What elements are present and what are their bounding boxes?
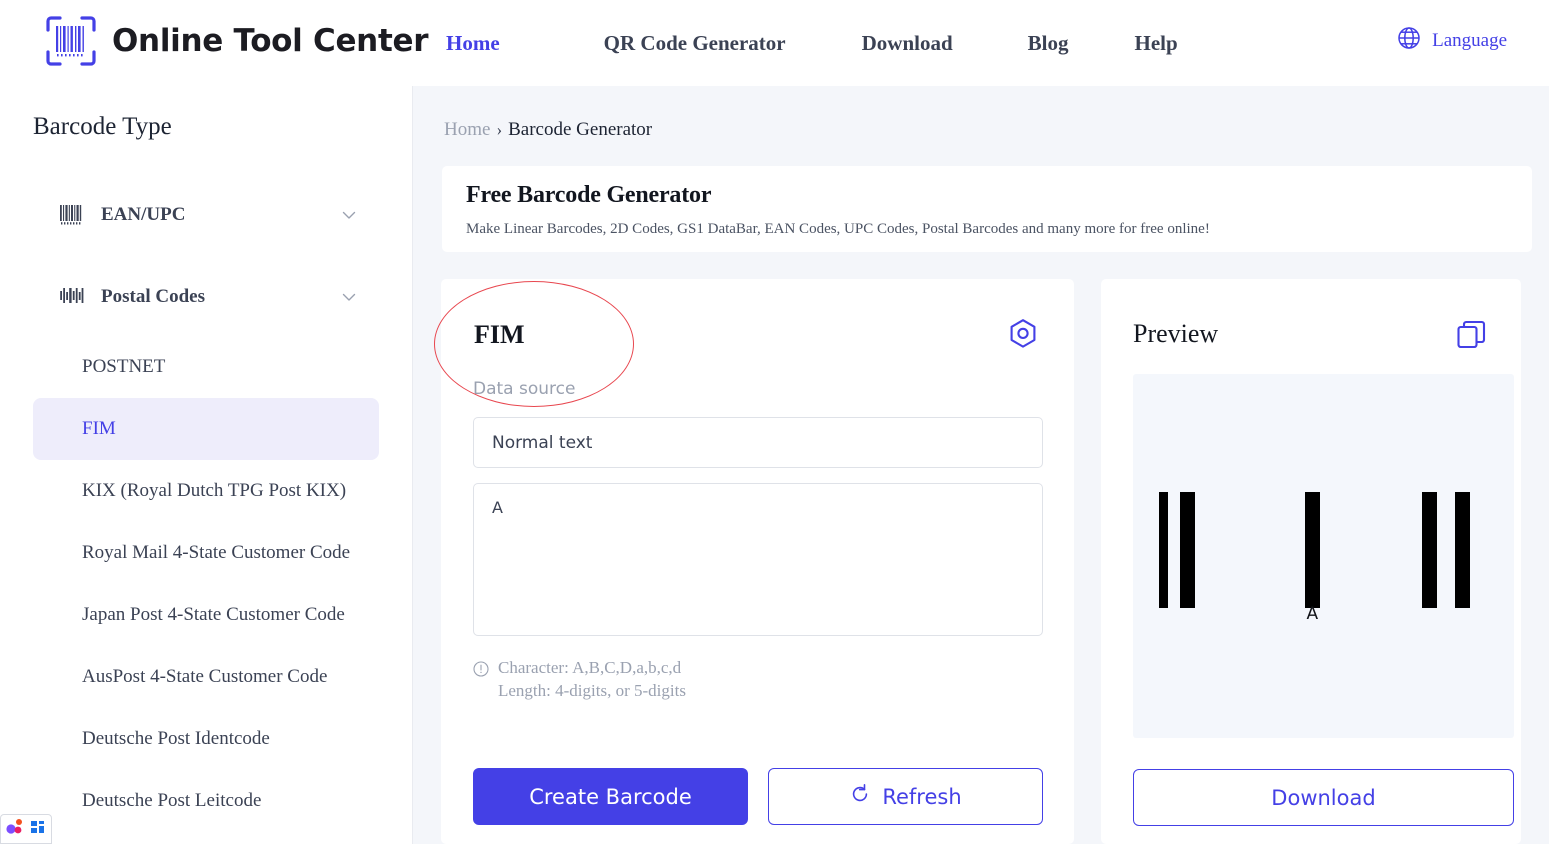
settings-hexagon-icon[interactable] xyxy=(1003,315,1043,355)
sidebar-item-postnet[interactable]: POSTNET xyxy=(33,336,379,398)
barcode-bar xyxy=(1422,492,1437,608)
download-button[interactable]: Download xyxy=(1133,769,1514,826)
barcode-type-list: POSTNET FIM KIX (Royal Dutch TPG Post KI… xyxy=(0,336,412,832)
sidebar-item-label: Deutsche Post Identcode xyxy=(82,728,270,749)
breadcrumb-current: Barcode Generator xyxy=(508,119,653,140)
site-header: Online Tool Center Home QR Code Generato… xyxy=(0,0,1549,86)
nav-item-qr-code-generator[interactable]: QR Code Generator xyxy=(604,25,786,62)
barcode-bar xyxy=(1180,492,1195,608)
hero-card: Free Barcode Generator Make Linear Barco… xyxy=(442,166,1532,252)
input-hints: Character: A,B,C,D,a,b,c,d Length: 4-dig… xyxy=(473,657,686,703)
barcode-bar xyxy=(1305,492,1320,608)
nav-item-help[interactable]: Help xyxy=(1135,25,1178,62)
breadcrumb-separator: › xyxy=(496,120,503,139)
page-subtitle: Make Linear Barcodes, 2D Codes, GS1 Data… xyxy=(466,221,1210,237)
breadcrumb: Home › Barcode Generator xyxy=(444,119,652,141)
breadcrumb-home[interactable]: Home xyxy=(444,119,490,141)
sidebar-item-label: Deutsche Post Leitcode xyxy=(82,790,262,811)
generator-actions: Create Barcode Refresh xyxy=(473,768,1043,825)
refresh-icon xyxy=(849,783,871,810)
generator-panel: FIM Data source Normal text A Character:… xyxy=(441,279,1074,844)
page-root: Online Tool Center Home QR Code Generato… xyxy=(0,0,1549,844)
logo-text: Online Tool Center xyxy=(112,23,429,59)
sidebar-item-royal-mail-4-state[interactable]: Royal Mail 4-State Customer Code xyxy=(33,522,379,584)
barcode-icon xyxy=(59,202,85,228)
extension-grid-icon xyxy=(29,818,47,841)
barcode-preview-stage: A xyxy=(1133,374,1514,738)
data-source-label: Data source xyxy=(473,379,576,399)
sidebar-title: Barcode Type xyxy=(33,113,172,140)
sidebar-item-fim[interactable]: FIM xyxy=(33,398,379,460)
nav-item-download[interactable]: Download xyxy=(862,25,953,62)
refresh-label: Refresh xyxy=(882,784,962,809)
barcode-scan-icon xyxy=(44,14,98,68)
copy-icon[interactable] xyxy=(1451,315,1491,355)
sidebar-category-label: EAN/UPC xyxy=(101,204,186,225)
sidebar-item-japan-post-4-state[interactable]: Japan Post 4-State Customer Code xyxy=(33,584,379,646)
sidebar-item-auspost-4-state[interactable]: AusPost 4-State Customer Code xyxy=(33,646,379,708)
sidebar-item-deutsche-post-leitcode[interactable]: Deutsche Post Leitcode xyxy=(33,770,379,832)
sidebar-item-label: KIX (Royal Dutch TPG Post KIX) xyxy=(82,480,347,501)
barcode-bar xyxy=(1159,492,1168,608)
barcode-category-list: EAN/UPC Postal Codes xyxy=(0,174,412,338)
sidebar-item-label: Japan Post 4-State Customer Code xyxy=(82,604,345,625)
sidebar-category-postal-codes[interactable]: Postal Codes xyxy=(0,256,412,338)
browser-extension-widget[interactable] xyxy=(0,814,52,844)
nav-item-blog[interactable]: Blog xyxy=(1028,25,1069,62)
sidebar-item-label: POSTNET xyxy=(82,356,166,377)
globe-icon xyxy=(1396,25,1422,56)
main-nav: Home QR Code Generator Download Blog Hel… xyxy=(446,0,1178,86)
create-barcode-button[interactable]: Create Barcode xyxy=(473,768,748,825)
sidebar: Barcode Type EAN/UPC Postal Codes POSTNE… xyxy=(0,86,413,844)
postal-barcode-icon xyxy=(59,284,85,310)
nav-item-home[interactable]: Home xyxy=(446,25,500,62)
sidebar-item-deutsche-post-identcode[interactable]: Deutsche Post Identcode xyxy=(33,708,379,770)
extension-cluster-icon xyxy=(5,817,25,842)
sidebar-item-label: FIM xyxy=(82,418,116,439)
page-title: Free Barcode Generator xyxy=(466,182,712,208)
sidebar-category-ean-upc[interactable]: EAN/UPC xyxy=(0,174,412,256)
sidebar-item-kix[interactable]: KIX (Royal Dutch TPG Post KIX) xyxy=(33,460,379,522)
language-switcher[interactable]: Language xyxy=(1396,25,1507,56)
language-label: Language xyxy=(1432,29,1507,51)
refresh-button[interactable]: Refresh xyxy=(768,768,1043,825)
barcode-data-value: A xyxy=(492,498,503,517)
hint-character: Character: A,B,C,D,a,b,c,d xyxy=(498,658,682,677)
info-circle-icon xyxy=(473,661,489,682)
chevron-down-icon[interactable] xyxy=(341,289,357,305)
site-logo[interactable]: Online Tool Center xyxy=(44,14,428,68)
sidebar-item-label: AusPost 4-State Customer Code xyxy=(82,666,328,687)
sidebar-item-label: Royal Mail 4-State Customer Code xyxy=(82,542,351,563)
data-source-select[interactable]: Normal text xyxy=(473,417,1043,468)
data-source-value: Normal text xyxy=(492,432,593,453)
chevron-down-icon[interactable] xyxy=(341,207,357,223)
sidebar-category-label: Postal Codes xyxy=(101,286,205,307)
barcode-data-input[interactable]: A xyxy=(473,483,1043,636)
barcode-bar xyxy=(1455,492,1470,608)
barcode-caption: A xyxy=(1306,604,1319,624)
hint-length: Length: 4-digits, or 5-digits xyxy=(498,680,686,700)
preview-title: Preview xyxy=(1133,319,1219,348)
preview-panel: Preview A Download xyxy=(1101,279,1521,844)
generator-title: FIM xyxy=(474,320,525,349)
